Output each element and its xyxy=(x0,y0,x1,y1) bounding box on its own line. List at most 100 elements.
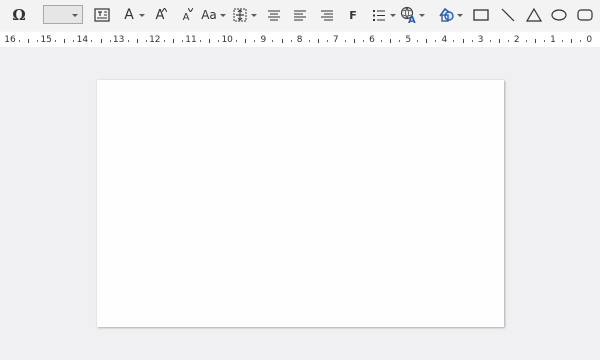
ruler-tick xyxy=(281,39,283,43)
shapes-icon xyxy=(439,7,454,22)
ruler-dot xyxy=(200,40,202,42)
ruler-number: 0 xyxy=(586,35,593,45)
ellipse-icon xyxy=(551,9,567,21)
align-center-icon xyxy=(268,10,280,21)
align-right-button[interactable] xyxy=(318,4,336,26)
bold-button[interactable]: F xyxy=(344,4,362,26)
line-button[interactable] xyxy=(498,4,518,26)
bullets-button[interactable] xyxy=(369,4,397,26)
ruler-dot xyxy=(489,40,491,42)
rounded-rectangle-button[interactable] xyxy=(575,4,595,26)
ruler-dot xyxy=(37,40,39,42)
ruler-dot xyxy=(507,40,509,42)
ruler-dot xyxy=(543,40,545,42)
paragraph-spacing-button[interactable] xyxy=(230,4,258,26)
ruler-tick xyxy=(209,39,211,43)
ruler-dot xyxy=(525,40,527,42)
chevron-down-icon xyxy=(220,14,226,17)
ruler-number: 1 xyxy=(550,35,556,45)
ruler-dot xyxy=(453,40,455,42)
ellipse-button[interactable] xyxy=(549,4,569,26)
ruler-number: 8 xyxy=(296,35,303,45)
basic-shapes-button[interactable] xyxy=(436,4,466,26)
ruler-dot xyxy=(417,40,419,42)
svg-text:A: A xyxy=(408,15,416,24)
ruler-dot xyxy=(290,40,292,42)
ruler-number: 5 xyxy=(405,35,412,45)
ruler-number: 10 xyxy=(221,35,233,45)
fontwork-icon: A xyxy=(400,6,416,24)
chevron-down-icon xyxy=(390,14,396,17)
ruler-dot xyxy=(580,40,582,42)
ruler-dot xyxy=(91,40,93,42)
ruler-tick xyxy=(317,39,319,43)
text-box-icon xyxy=(94,8,110,22)
ruler-tick xyxy=(28,39,30,43)
toolbar: Ω A A A Aa F A xyxy=(0,0,600,30)
omega-icon: Ω xyxy=(12,6,26,24)
ruler-dot xyxy=(236,40,238,42)
paragraph-spacing-icon xyxy=(233,8,247,22)
ruler-number: 14 xyxy=(76,35,89,45)
ruler-strip: 16 15 14 13 12 11 10 9 8 7 6 5 4 3 2 1 0 xyxy=(0,32,600,47)
ruler-dot xyxy=(471,40,473,42)
ruler-tick xyxy=(534,39,536,43)
align-right-icon xyxy=(321,10,333,21)
ruler-tick xyxy=(64,39,66,43)
ruler-number: 15 xyxy=(40,35,52,45)
text-box-button[interactable] xyxy=(92,4,112,26)
chevron-down-icon xyxy=(419,14,425,17)
ruler-dot xyxy=(163,40,165,42)
ruler-dot xyxy=(308,40,310,42)
grow-font-button[interactable]: A xyxy=(151,4,169,26)
ruler-dot xyxy=(362,40,364,42)
ruler-tick xyxy=(462,39,464,43)
ruler-dot xyxy=(399,40,401,42)
ruler-dot xyxy=(55,40,57,42)
ruler-number: 9 xyxy=(260,35,267,45)
shrink-font-button[interactable]: A xyxy=(177,4,195,26)
ruler-dot xyxy=(381,40,383,42)
change-case-icon: Aa xyxy=(201,8,217,22)
align-left-button[interactable] xyxy=(291,4,309,26)
ruler-number: 11 xyxy=(185,35,197,45)
change-case-button[interactable]: Aa xyxy=(199,4,227,26)
triangle-icon xyxy=(526,8,542,22)
special-character-button[interactable]: Ω xyxy=(6,4,32,26)
ruler-tick xyxy=(245,39,247,43)
ruler-dot xyxy=(145,40,147,42)
chevron-down-icon xyxy=(139,14,145,17)
slide-canvas[interactable] xyxy=(97,80,504,327)
fontwork-button[interactable]: A xyxy=(398,4,428,26)
font-size-combobox[interactable] xyxy=(43,5,83,24)
ruler-number: 2 xyxy=(513,35,520,45)
caret-up-icon xyxy=(162,8,167,12)
ruler-number: 4 xyxy=(441,35,448,45)
bold-icon: F xyxy=(349,8,357,22)
ruler-number: 12 xyxy=(149,35,161,45)
ruler-dot xyxy=(73,40,75,42)
triangle-button[interactable] xyxy=(524,4,544,26)
font-color-button[interactable]: A xyxy=(119,4,147,26)
rectangle-button[interactable] xyxy=(471,4,491,26)
ruler-dot xyxy=(344,40,346,42)
ruler-number: 13 xyxy=(112,35,125,45)
ruler-number: 3 xyxy=(477,35,484,45)
align-center-button[interactable] xyxy=(265,4,283,26)
ruler-dot xyxy=(109,40,111,42)
ruler-tick xyxy=(353,39,355,43)
ruler-dot xyxy=(272,40,274,42)
horizontal-ruler[interactable]: 16 15 14 13 12 11 10 9 8 7 6 5 4 3 2 1 0 xyxy=(0,30,600,47)
ruler-dot xyxy=(435,40,437,42)
ruler-number: 7 xyxy=(332,35,339,45)
ruler-tick xyxy=(100,39,102,43)
ruler-dot xyxy=(181,40,183,42)
ruler-tick xyxy=(172,39,174,43)
font-color-icon: A xyxy=(124,7,134,23)
ruler-dot xyxy=(326,40,328,42)
ruler-tick xyxy=(498,39,500,43)
ruler-dot xyxy=(254,40,256,42)
align-left-icon xyxy=(294,10,306,21)
slide-workspace[interactable] xyxy=(0,47,600,360)
ruler-number: 6 xyxy=(369,35,375,45)
